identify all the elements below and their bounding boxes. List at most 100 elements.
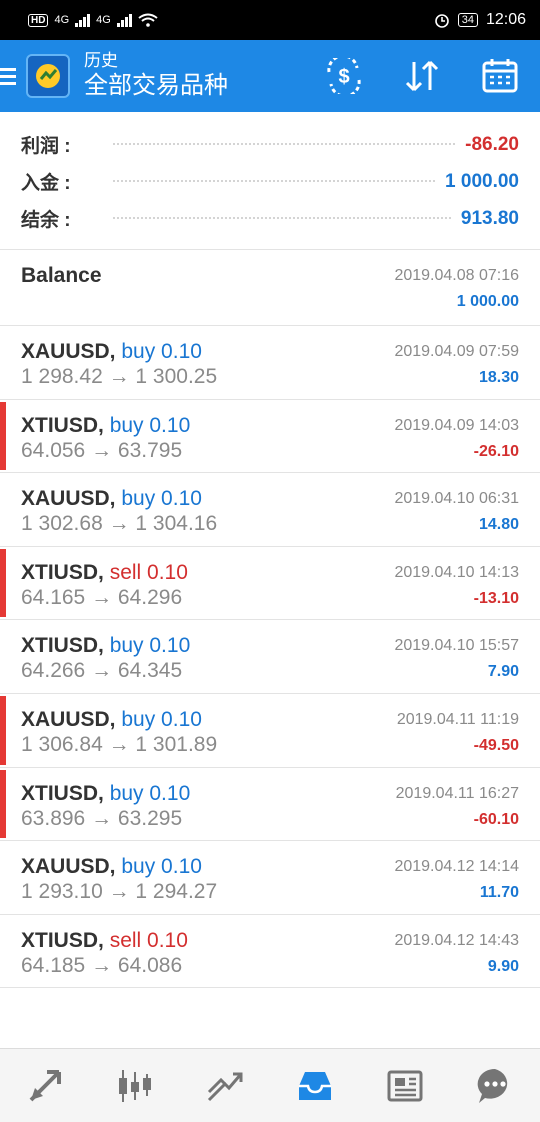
chart-icon[interactable] — [105, 1056, 165, 1116]
trade-side: buy 0.10 — [121, 487, 202, 511]
hd-indicator: HD — [28, 13, 49, 27]
trade-prices: 64.165 → 64.296 — [21, 585, 183, 609]
loss-marker — [0, 401, 6, 471]
trade-side: buy 0.10 — [121, 855, 202, 879]
sort-icon[interactable] — [400, 54, 444, 98]
balance-date: 2019.04.08 07:16 — [394, 267, 519, 284]
trade-symbol: XTIUSD, buy 0.10 — [21, 634, 191, 658]
trade-profit: 14.80 — [478, 516, 519, 534]
trade-date: 2019.04.09 07:59 — [394, 343, 519, 360]
trade-date: 2019.04.12 14:14 — [394, 858, 519, 876]
trade-row[interactable]: XTIUSD, buy 0.10 63.896 → 63.295 2019.04.1… — [0, 768, 540, 842]
trade-date: 2019.04.09 14:03 — [394, 416, 519, 434]
trade-prices: 1 293.10 → 1 294.27 — [21, 880, 218, 904]
menu-icon[interactable] — [0, 67, 18, 85]
trade-side: buy 0.10 — [109, 634, 191, 658]
symbol-filter[interactable]: 全部交易品种 — [84, 71, 228, 101]
trade-symbol: XTIUSD, sell 0.10 — [21, 928, 188, 952]
summary-value: 913.80 — [460, 207, 519, 229]
wifi-icon — [138, 13, 158, 27]
trade-date: 2019.04.10 15:57 — [394, 637, 519, 655]
trade-date: 2019.04.11 11:19 — [396, 710, 519, 728]
trade-icon[interactable] — [195, 1056, 255, 1116]
trade-symbol: XAUUSD, buy 0.10 — [21, 707, 202, 731]
network-label-2: 4G — [96, 14, 111, 26]
trade-row[interactable]: XAUUSD, buy 0.10 1 306.84 → 1 301.89 2019.… — [0, 694, 540, 768]
trade-profit: -49.50 — [473, 736, 519, 754]
quotes-icon[interactable] — [15, 1056, 75, 1116]
alarm-icon — [434, 14, 449, 28]
battery-icon: 34 — [457, 13, 478, 27]
clock: 12:06 — [485, 11, 526, 28]
trade-prices: 63.896 → 63.295 — [21, 806, 183, 830]
trade-profit: -26.10 — [473, 442, 519, 460]
signal-icon — [75, 13, 91, 27]
dotted-leader — [113, 142, 456, 145]
loss-marker — [0, 548, 6, 618]
trade-date: 2019.04.11 16:27 — [395, 784, 519, 802]
trade-profit: 18.30 — [478, 369, 519, 386]
trade-symbol: XAUUSD, buy 0.10 — [21, 340, 202, 363]
trade-prices: 64.056 → 63.795 — [21, 438, 183, 462]
trade-profit: 7.90 — [487, 663, 519, 681]
trade-side: sell 0.10 — [109, 928, 188, 952]
trade-prices: 1 298.42 → 1 300.25 — [21, 365, 218, 388]
trade-list: XAUUSD, buy 0.10 1 298.42 → 1 300.25 2019.… — [0, 326, 540, 989]
trade-prices: 1 302.68 → 1 304.16 — [21, 512, 218, 536]
trade-prices: 64.185 → 64.086 — [21, 953, 183, 977]
summary-row: 利润 : -86.20 — [21, 126, 519, 163]
trade-row[interactable]: XTIUSD, sell 0.10 64.185 → 64.086 2019.04.… — [0, 915, 540, 989]
dotted-leader — [113, 179, 436, 182]
history-icon[interactable] — [285, 1056, 345, 1116]
currency-exchange-icon[interactable]: $ — [322, 54, 366, 98]
trade-side: buy 0.10 — [121, 340, 202, 363]
summary-label: 利润 : — [21, 136, 71, 157]
loss-marker — [0, 769, 6, 839]
status-bar: HD 4G 4G 34 12:06 — [0, 0, 540, 40]
trade-symbol: XAUUSD, buy 0.10 — [21, 487, 202, 511]
trade-prices: 1 306.84 → 1 301.89 — [21, 732, 218, 756]
summary-label: 入金 : — [21, 173, 71, 194]
app-toolbar: 历史 全部交易品种 $ — [0, 40, 540, 112]
trade-date: 2019.04.10 14:13 — [394, 563, 519, 581]
trade-date: 2019.04.12 14:43 — [394, 931, 519, 949]
news-icon[interactable] — [375, 1056, 435, 1116]
trade-symbol: XTIUSD, sell 0.10 — [21, 560, 188, 584]
trade-symbol: XTIUSD, buy 0.10 — [21, 413, 191, 437]
calendar-icon[interactable] — [478, 54, 522, 98]
trade-row[interactable]: XTIUSD, buy 0.10 64.056 → 63.795 2019.04.0… — [0, 400, 540, 474]
trade-profit: -13.10 — [473, 589, 519, 607]
summary-label: 结余 : — [21, 210, 71, 231]
bottom-nav — [0, 1048, 540, 1122]
network-label-1: 4G — [54, 14, 70, 26]
balance-row[interactable]: Balance 2019.04.08 07:16 1 000.00 — [0, 250, 540, 326]
summary-value: 1 000.00 — [445, 170, 519, 192]
signal-icon-2 — [116, 13, 132, 27]
trade-row[interactable]: XTIUSD, sell 0.10 64.165 → 64.296 2019.04.… — [0, 547, 540, 621]
summary-value: -86.20 — [465, 133, 519, 155]
loss-marker — [0, 695, 6, 765]
summary-row: 入金 : 1 000.00 — [21, 163, 519, 200]
trade-side: buy 0.10 — [121, 707, 202, 731]
balance-label: Balance — [21, 264, 102, 287]
trade-symbol: XAUUSD, buy 0.10 — [21, 855, 202, 879]
trade-row[interactable]: XTIUSD, buy 0.10 64.266 → 64.345 2019.04.1… — [0, 620, 540, 694]
chat-icon[interactable] — [465, 1056, 525, 1116]
trade-side: buy 0.10 — [109, 413, 191, 437]
trade-profit: 9.90 — [487, 957, 519, 975]
trade-profit: 11.70 — [479, 884, 519, 902]
trade-date: 2019.04.10 06:31 — [394, 490, 519, 508]
svg-text:$: $ — [338, 66, 349, 88]
summary-panel: 利润 : -86.20 入金 : 1 000.00 结余 : 913.80 — [0, 112, 540, 250]
app-logo — [26, 54, 70, 98]
dotted-leader — [113, 216, 451, 219]
toolbar-title: 历史 — [84, 51, 118, 70]
summary-row: 结余 : 913.80 — [21, 200, 519, 237]
trade-row[interactable]: XAUUSD, buy 0.10 1 302.68 → 1 304.16 2019.… — [0, 473, 540, 547]
trade-row[interactable]: XAUUSD, buy 0.10 1 298.42 → 1 300.25 2019.… — [0, 326, 540, 400]
balance-amount: 1 000.00 — [456, 293, 519, 310]
trade-side: sell 0.10 — [109, 560, 188, 584]
trade-symbol: XTIUSD, buy 0.10 — [21, 781, 191, 805]
trade-row[interactable]: XAUUSD, buy 0.10 1 293.10 → 1 294.27 2019.… — [0, 841, 540, 915]
trade-profit: -60.10 — [473, 810, 519, 828]
